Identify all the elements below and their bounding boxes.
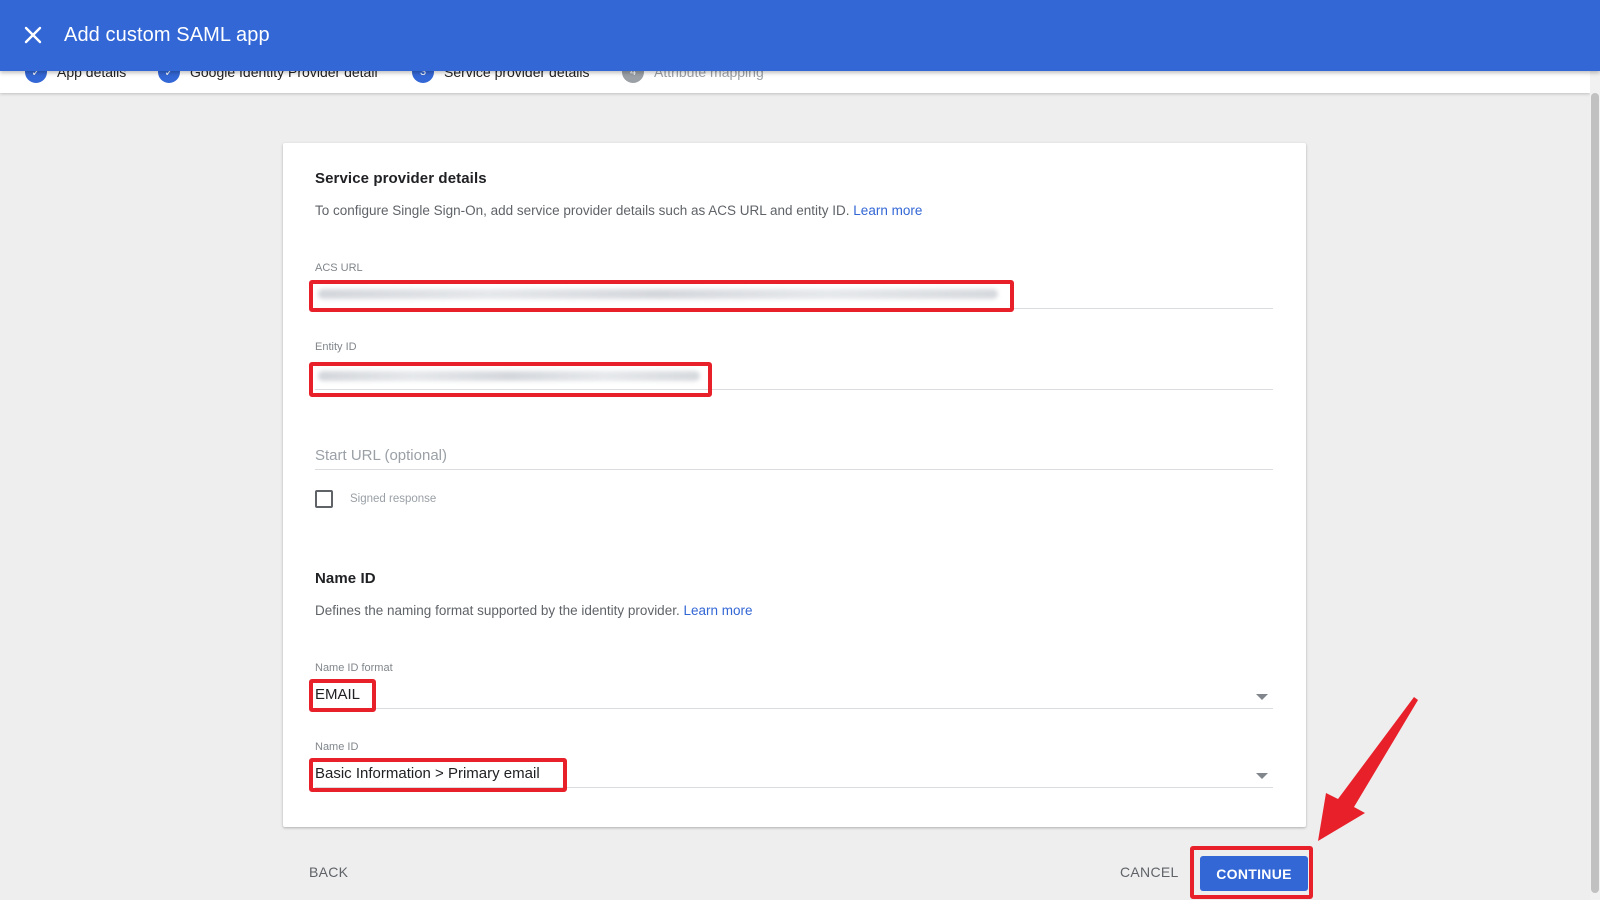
highlight-box-acs-url [309, 280, 1014, 312]
start-url-input[interactable]: Start URL (optional) [315, 447, 447, 464]
step-label: App details [57, 71, 127, 80]
service-provider-description: To configure Single Sign-On, add service… [315, 203, 923, 218]
start-url-underline [315, 469, 1273, 470]
section-title-name-id: Name ID [315, 570, 376, 587]
name-id-description: Defines the naming format supported by t… [315, 603, 753, 618]
check-icon: ✓ [158, 71, 180, 83]
step-label: Attribute mapping [654, 71, 764, 80]
page-title: Add custom SAML app [64, 24, 270, 46]
step-number: 4 [622, 71, 644, 83]
service-provider-card: Service provider details To configure Si… [283, 143, 1306, 827]
section-title-service-provider: Service provider details [315, 170, 487, 187]
name-id-format-label: Name ID format [315, 662, 393, 674]
close-icon[interactable] [20, 22, 46, 48]
step-app-details[interactable]: ✓ App details [25, 71, 126, 83]
highlight-box-name-id [309, 758, 567, 792]
step-label: Google Identity Provider detail [190, 71, 378, 80]
chevron-down-icon[interactable] [1256, 773, 1268, 779]
step-service-provider-details[interactable]: 3 Service provider details [412, 71, 590, 83]
scrollbar-thumb[interactable] [1591, 93, 1599, 893]
step-number: 3 [412, 71, 434, 83]
signed-response-label: Signed response [350, 493, 437, 505]
step-google-idp-details[interactable]: ✓ Google Identity Provider detail [158, 71, 378, 83]
entity-id-label: Entity ID [315, 341, 357, 353]
highlight-box-name-id-format [309, 679, 376, 712]
step-attribute-mapping[interactable]: 4 Attribute mapping [622, 71, 764, 83]
chevron-down-icon[interactable] [1256, 694, 1268, 700]
highlight-box-entity-id [309, 362, 712, 397]
learn-more-link[interactable]: Learn more [853, 203, 922, 218]
step-label: Service provider details [444, 71, 590, 80]
acs-url-label: ACS URL [315, 262, 363, 274]
annotation-arrow-icon [1318, 697, 1418, 841]
name-id-format-underline [315, 708, 1273, 709]
signed-response-checkbox[interactable] [315, 490, 333, 508]
check-icon: ✓ [25, 71, 47, 83]
name-id-label: Name ID [315, 741, 359, 753]
stepper: ✓ App details ✓ Google Identity Provider… [0, 71, 1590, 93]
cancel-button[interactable]: CANCEL [1120, 864, 1179, 880]
highlight-box-continue [1190, 846, 1313, 899]
app-header: Add custom SAML app [0, 0, 1600, 71]
page-scrollbar[interactable] [1590, 71, 1600, 900]
learn-more-link[interactable]: Learn more [683, 603, 752, 618]
back-button[interactable]: BACK [309, 864, 348, 880]
